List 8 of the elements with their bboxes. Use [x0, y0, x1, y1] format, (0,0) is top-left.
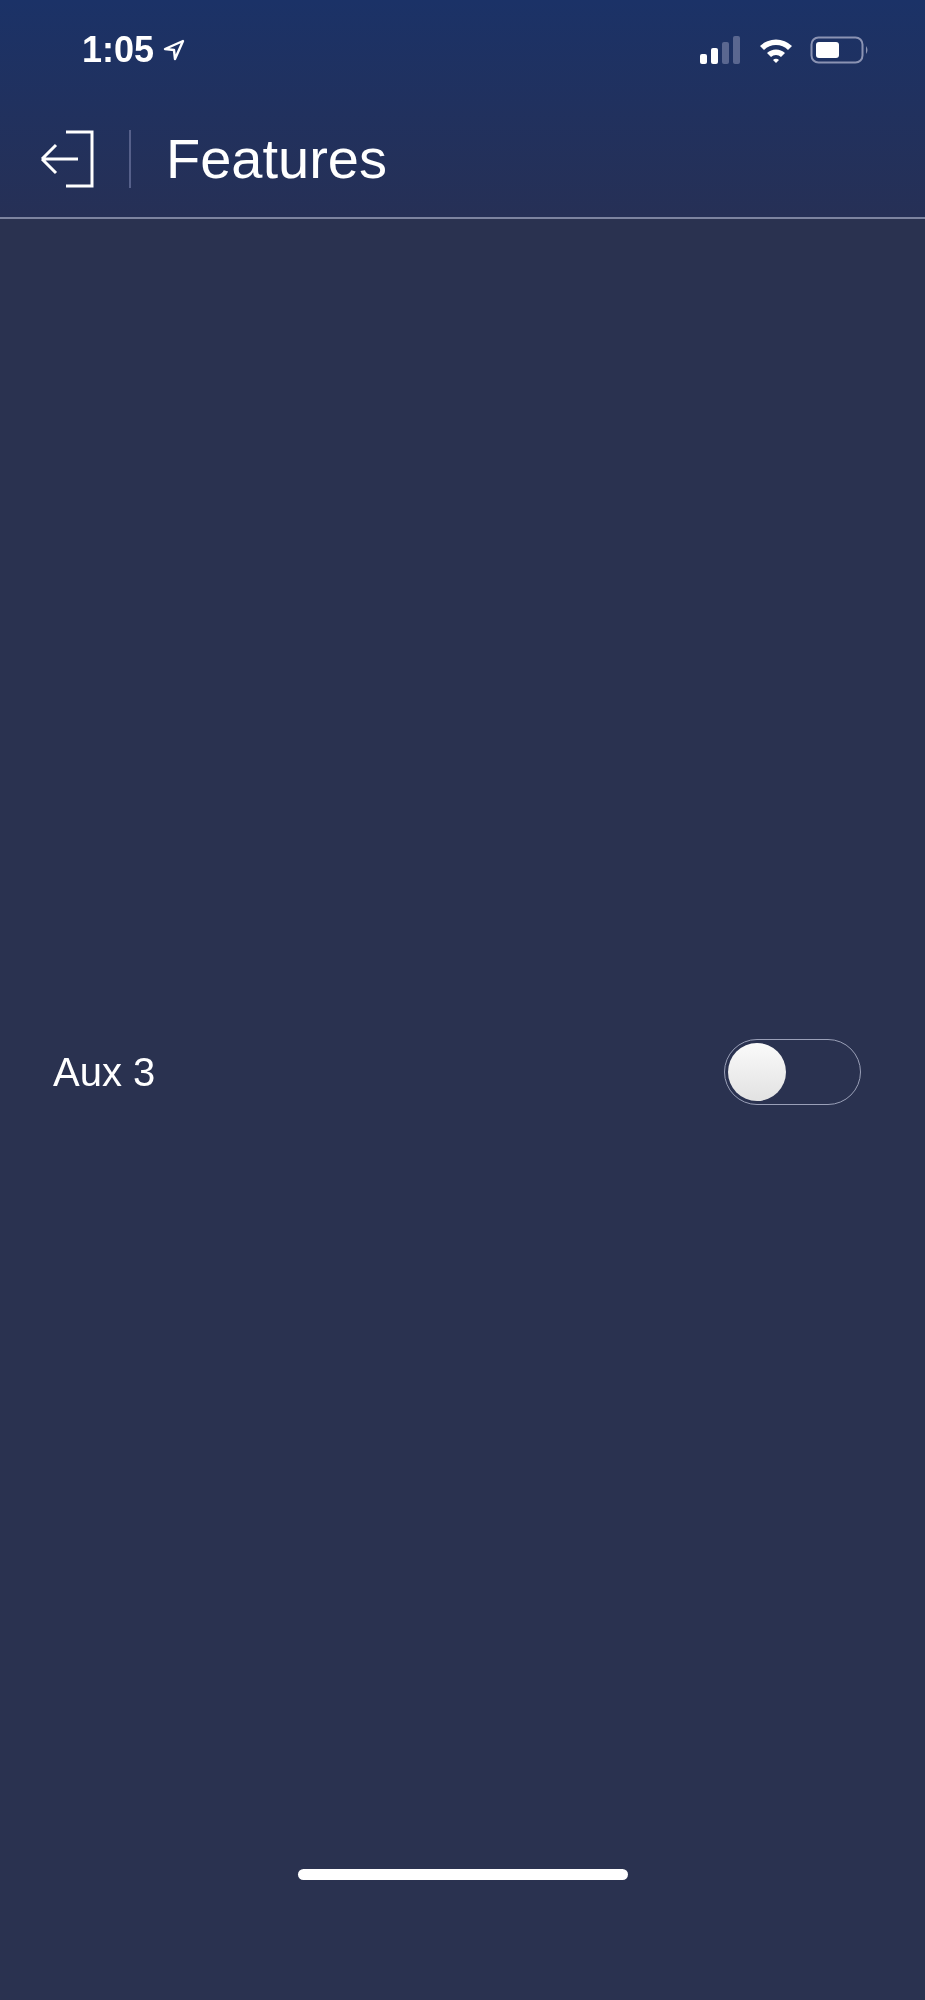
signal-icon — [700, 36, 742, 64]
page-title: Features — [166, 126, 387, 191]
status-time: 1:05 — [82, 29, 155, 71]
battery-icon — [810, 36, 870, 64]
exit-icon[interactable] — [38, 129, 94, 188]
feature-label: Aux 3 — [53, 1049, 156, 1095]
wifi-icon — [758, 37, 794, 63]
location-arrow-icon — [162, 38, 187, 62]
